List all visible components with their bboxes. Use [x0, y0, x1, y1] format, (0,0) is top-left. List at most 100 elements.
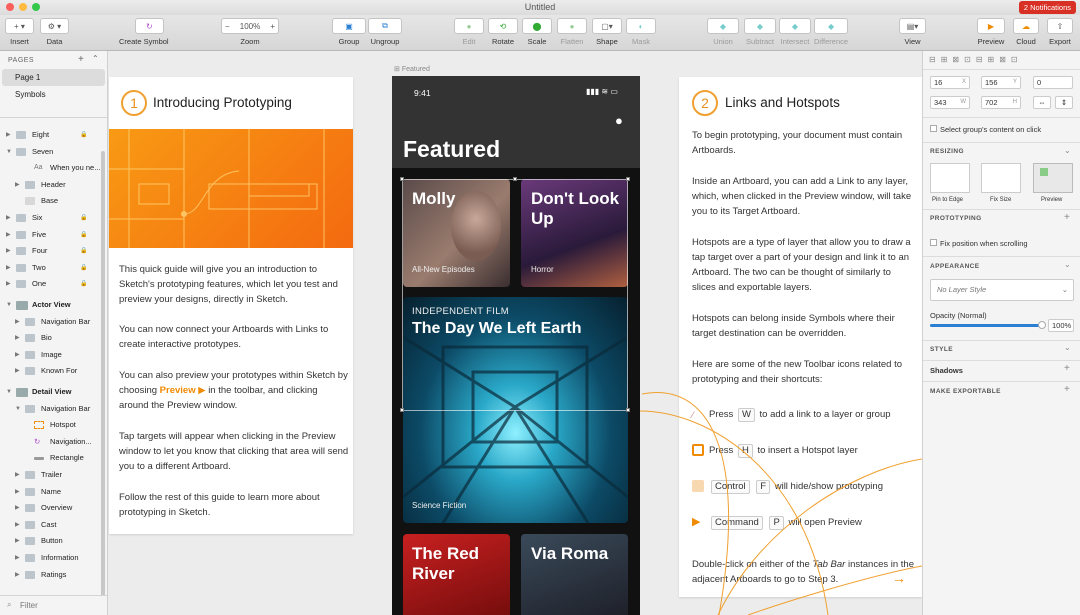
- width-field[interactable]: 343 W: [930, 96, 970, 109]
- add-export-icon[interactable]: +: [1064, 384, 1070, 395]
- disclosure-closed-icon[interactable]: ▶: [15, 550, 20, 566]
- tile-red-river[interactable]: The Red River: [403, 534, 510, 615]
- zoom-out-button[interactable]: −: [225, 22, 230, 31]
- layer-item[interactable]: ▶ Two 🔒: [0, 260, 100, 276]
- disclosure-closed-icon[interactable]: ▶: [15, 467, 20, 483]
- layer-item[interactable]: ▶ Cast: [0, 517, 100, 533]
- preview-tool[interactable]: ▶ Preview: [977, 18, 1005, 46]
- close-window-button[interactable]: [6, 3, 14, 11]
- layer-item[interactable]: ▶ Image: [0, 347, 100, 363]
- lock-icon[interactable]: 🔒: [80, 243, 87, 259]
- zoom-window-button[interactable]: [32, 3, 40, 11]
- layer-item[interactable]: ▼ Detail View: [0, 384, 100, 400]
- page-item[interactable]: Page 1: [2, 69, 105, 86]
- layer-item[interactable]: Hotspot: [0, 417, 100, 433]
- create-symbol-tool[interactable]: ↻ Create Symbol: [119, 18, 169, 46]
- tile-molly[interactable]: Molly All-New Episodes: [403, 179, 510, 287]
- disclosure-open-icon[interactable]: ▼: [6, 144, 12, 160]
- layer-item[interactable]: ▶ Four 🔒: [0, 243, 100, 259]
- flatten-tool[interactable]: ● Flatten: [557, 18, 587, 46]
- profile-icon[interactable]: ●: [615, 113, 623, 128]
- disclosure-closed-icon[interactable]: ▶: [15, 484, 20, 500]
- height-field[interactable]: 702 H: [981, 96, 1021, 109]
- view-tool[interactable]: ▤▾ View: [899, 18, 926, 46]
- alignment-icons[interactable]: ⊟⊞⊠⊡⊟⊞⊠⊡: [929, 55, 1023, 64]
- disclosure-closed-icon[interactable]: ▶: [6, 276, 11, 292]
- ungroup-tool[interactable]: ⧉ Ungroup: [368, 18, 402, 46]
- disclosure-closed-icon[interactable]: ▶: [15, 177, 20, 193]
- layer-style-select[interactable]: No Layer Style ⌄: [930, 279, 1074, 301]
- x-position-field[interactable]: 16 X: [930, 76, 970, 89]
- disclosure-closed-icon[interactable]: ▶: [15, 567, 20, 583]
- tile-day-we-left-earth[interactable]: INDEPENDENT FILM The Day We Left Earth S…: [403, 297, 628, 523]
- disclosure-open-icon[interactable]: ▼: [15, 401, 21, 417]
- disclosure-open-icon[interactable]: ▼: [6, 297, 12, 313]
- preview-link[interactable]: Preview: [160, 385, 196, 396]
- rotate-tool[interactable]: ⟲ Rotate: [488, 18, 518, 46]
- subtract-tool[interactable]: ◆ Subtract: [744, 18, 776, 46]
- layer-item[interactable]: ▶ Overview: [0, 500, 100, 516]
- add-page-icon[interactable]: +: [78, 54, 84, 65]
- y-position-field[interactable]: 156 Y: [981, 76, 1021, 89]
- layer-item[interactable]: ▼ Navigation Bar: [0, 401, 100, 417]
- filter-field[interactable]: ⌕ Filter: [0, 595, 107, 615]
- data-tool[interactable]: ⚙ ▾ Data: [40, 18, 69, 46]
- layer-item[interactable]: ▶ Information: [0, 550, 100, 566]
- disclosure-closed-icon[interactable]: ▶: [15, 314, 20, 330]
- cloud-tool[interactable]: ☁ Cloud: [1013, 18, 1039, 46]
- resize-handle[interactable]: [513, 177, 517, 181]
- disclosure-closed-icon[interactable]: ▶: [6, 243, 11, 259]
- notifications-badge[interactable]: 2 Notifications: [1018, 1, 1076, 14]
- layer-item[interactable]: ▶ Header: [0, 177, 100, 193]
- zoom-in-button[interactable]: +: [270, 22, 275, 31]
- resize-handle[interactable]: [400, 177, 404, 181]
- flip-vertical-icon[interactable]: ⇕: [1055, 96, 1073, 109]
- layers-scrollbar[interactable]: [101, 151, 105, 615]
- insert-tool[interactable]: + ▾ Insert: [5, 18, 34, 46]
- layer-item[interactable]: ↻ Navigation...: [0, 434, 100, 450]
- page-item[interactable]: Symbols: [0, 86, 107, 103]
- opacity-slider-track[interactable]: [930, 324, 1042, 327]
- lock-icon[interactable]: 🔒: [80, 210, 87, 226]
- flip-horizontal-icon[interactable]: ⇔: [1033, 96, 1051, 109]
- opacity-slider-knob[interactable]: [1038, 321, 1046, 329]
- disclosure-closed-icon[interactable]: ▶: [15, 363, 20, 379]
- fix-size-control[interactable]: [981, 163, 1021, 193]
- layer-item[interactable]: ▶ Known For: [0, 363, 100, 379]
- layer-item[interactable]: ▶ One 🔒: [0, 276, 100, 292]
- tile-via-roma[interactable]: Via Roma: [521, 534, 628, 615]
- tile-dont-look-up[interactable]: Don't Look Up Horror: [521, 179, 628, 287]
- artboard-label[interactable]: ⊞ Featured: [394, 65, 430, 73]
- layer-item[interactable]: ▶ Button: [0, 533, 100, 549]
- disclosure-closed-icon[interactable]: ▶: [15, 517, 20, 533]
- disclosure-closed-icon[interactable]: ▶: [6, 260, 11, 276]
- minimize-window-button[interactable]: [19, 3, 27, 11]
- layer-item[interactable]: ▶ Name: [0, 484, 100, 500]
- disclosure-closed-icon[interactable]: ▶: [15, 533, 20, 549]
- shape-tool[interactable]: ▢▾ Shape: [592, 18, 622, 46]
- add-prototyping-icon[interactable]: +: [1064, 212, 1070, 223]
- lock-icon[interactable]: 🔒: [80, 276, 87, 292]
- chevron-down-icon[interactable]: ⌄: [1064, 146, 1071, 155]
- layer-item[interactable]: ▶ Trailer: [0, 467, 100, 483]
- chevron-down-icon[interactable]: ⌄: [1064, 260, 1071, 269]
- lock-icon[interactable]: 🔒: [80, 227, 87, 243]
- disclosure-closed-icon[interactable]: ▶: [6, 127, 11, 143]
- pin-to-edge-control[interactable]: [930, 163, 970, 193]
- resize-handle[interactable]: [400, 408, 404, 412]
- featured-artboard[interactable]: 9:41 ▮▮▮ ≋ ▭ ● Featured Molly All-New Ep…: [392, 76, 640, 615]
- layer-item[interactable]: ▶ Eight 🔒: [0, 127, 100, 143]
- edit-tool[interactable]: ● Edit: [454, 18, 484, 46]
- layer-item[interactable]: Aa When you ne...: [0, 160, 100, 176]
- chevron-down-icon[interactable]: ⌄: [1064, 343, 1071, 352]
- artboard-links-hotspots[interactable]: 2 Links and Hotspots To begin prototypin…: [679, 77, 922, 597]
- select-content-checkbox[interactable]: Select group's content on click: [930, 125, 1041, 134]
- disclosure-closed-icon[interactable]: ▶: [6, 210, 11, 226]
- layer-item[interactable]: ▼ Seven: [0, 144, 100, 160]
- lock-icon[interactable]: 🔒: [80, 127, 87, 143]
- collapse-pages-icon[interactable]: ⌃: [92, 54, 99, 63]
- artboard-introducing[interactable]: 1 Introducing Prototyping This quick gui…: [109, 77, 353, 534]
- rotation-field[interactable]: 0: [1033, 76, 1073, 89]
- layer-item[interactable]: ▶ Navigation Bar: [0, 314, 100, 330]
- next-arrow-icon[interactable]: →: [892, 570, 906, 586]
